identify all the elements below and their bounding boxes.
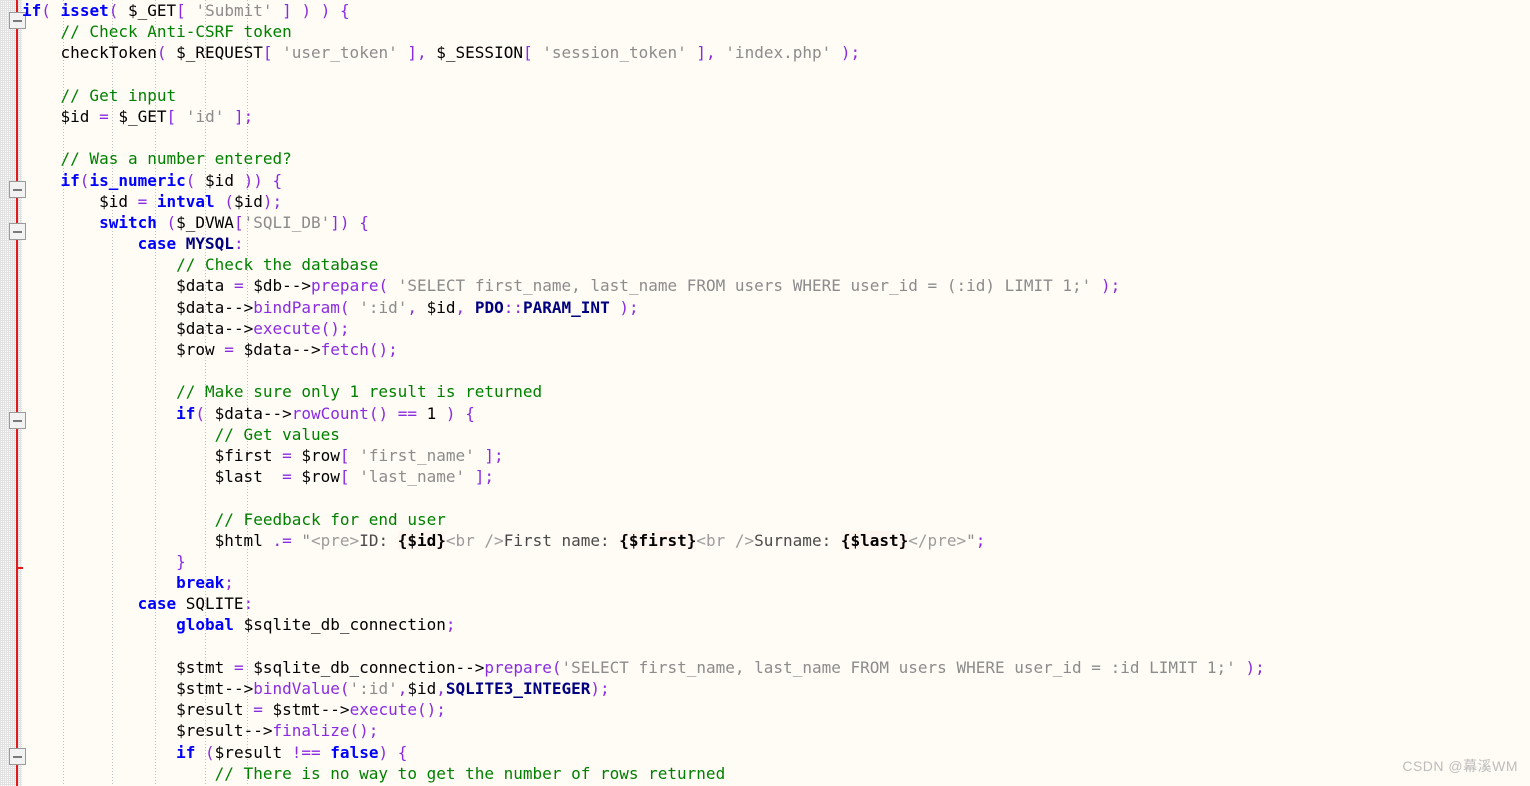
- code-editor[interactable]: if( isset( $_GET[ 'Submit' ] ) ) { // Ch…: [0, 0, 1530, 786]
- code-line: // Was a number entered?: [60, 149, 292, 169]
- code-line: if( $data-->rowCount() == 1 ) {: [176, 403, 475, 423]
- code-fold-line: [16, 0, 18, 786]
- code-line: global $sqlite_db_connection;: [176, 615, 456, 635]
- code-line: case SQLITE:: [137, 594, 254, 614]
- code-line: $last = $row[ 'last_name' ];: [214, 467, 495, 487]
- code-line: // Check the database: [176, 255, 379, 275]
- code-line: // Get input: [60, 85, 177, 105]
- code-line: switch ($_DVWA['SQLI_DB']) {: [99, 212, 369, 232]
- code-line: $first = $row[ 'first_name' ];: [214, 445, 504, 465]
- code-line: $id = intval ($id);: [99, 191, 283, 211]
- code-line: $result-->finalize();: [176, 721, 379, 741]
- code-line: // Make sure only 1 result is returned: [176, 382, 543, 402]
- code-line: $data-->execute();: [176, 318, 350, 338]
- code-line: if( isset( $_GET[ 'Submit' ] ) ) {: [22, 1, 350, 20]
- code-line: case MYSQL:: [137, 234, 244, 254]
- code-line: // Check Anti-CSRF token: [60, 22, 292, 42]
- code-line: // Get values: [214, 424, 340, 444]
- code-line: $data-->bindParam( ':id', $id, PDO::PARA…: [176, 297, 639, 317]
- editor-gutter-tint: [0, 0, 22, 786]
- code-line: $stmt-->bindValue(':id',$id,SQLITE3_INTE…: [176, 679, 610, 698]
- code-line: $html .= "<pre>ID: {$id}<br />First name…: [214, 530, 986, 550]
- code-line: $result = $stmt-->execute();: [176, 700, 446, 720]
- code-line: if(is_numeric( $id )) {: [60, 170, 283, 190]
- code-line: $stmt = $sqlite_db_connection-->prepare(…: [176, 657, 1265, 677]
- code-line: checkToken( $_REQUEST[ 'user_token' ], $…: [60, 43, 861, 63]
- code-line: // There is no way to get the number of …: [214, 763, 726, 783]
- code-line: $id = $_GET[ 'id' ];: [60, 106, 254, 126]
- code-line: $row = $data-->fetch();: [176, 340, 398, 359]
- csdn-watermark: CSDN @幕溪WM: [1402, 758, 1518, 774]
- code-content[interactable]: if( isset( $_GET[ 'Submit' ] ) ) { // Ch…: [22, 0, 1530, 786]
- code-line: $data = $db-->prepare( 'SELECT first_nam…: [176, 276, 1121, 296]
- code-line: // Feedback for end user: [214, 509, 446, 529]
- code-line: break;: [176, 573, 234, 593]
- code-line: }: [176, 551, 186, 571]
- code-line: if ($result !== false) {: [176, 742, 408, 762]
